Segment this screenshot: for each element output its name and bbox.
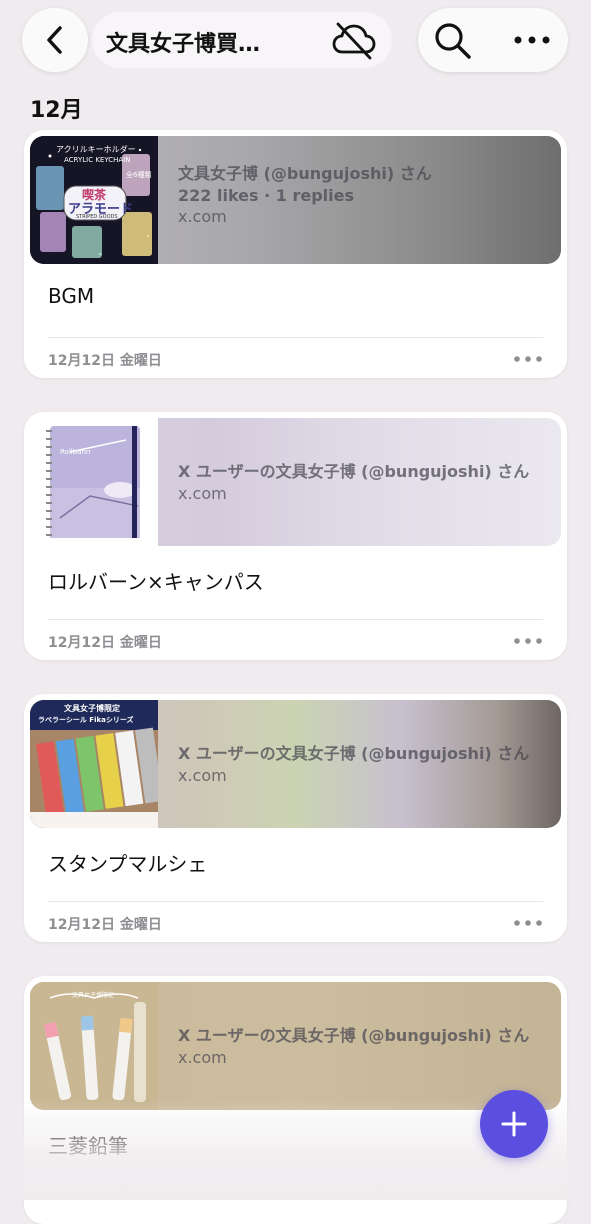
- link-domain: x.com: [178, 484, 227, 503]
- more-horizontal-icon[interactable]: [513, 918, 543, 928]
- card-title: スタンプマルシェ: [48, 852, 208, 876]
- card-title: ロルバーン×キャンパス: [48, 570, 264, 594]
- bookmark-card[interactable]: アクリルキーホルダー ACRYLIC KEYCHAIN 喫茶 アラモード STR…: [24, 130, 567, 378]
- link-preview[interactable]: アクリルキーホルダー ACRYLIC KEYCHAIN 喫茶 アラモード STR…: [30, 136, 561, 264]
- notebook-image: [30, 418, 158, 546]
- thumb-caption: アクリルキーホルダー: [56, 145, 136, 154]
- thumb-caption: ACRYLIC KEYCHAIN: [64, 156, 131, 164]
- plus-icon: [501, 1111, 527, 1137]
- top-bar: 文具女子博買…: [0, 0, 591, 90]
- section-month-label: 12月: [30, 98, 83, 123]
- link-title: X ユーザーの文具女子博 (@bungujoshi) さん: [178, 1026, 530, 1045]
- bookmark-card[interactable]: 文具女子博限定 X ユーザーの文具女子博 (@bungujoshi) さん x.…: [24, 976, 567, 1224]
- divider: [48, 901, 543, 902]
- link-domain: x.com: [178, 207, 227, 226]
- link-title: 文具女子博 (@bungujoshi) さん: [178, 164, 432, 183]
- more-horizontal-icon[interactable]: [513, 354, 543, 364]
- chevron-left-icon: [47, 26, 62, 54]
- card-title: 三菱鉛筆: [48, 1134, 128, 1158]
- search-icon[interactable]: [432, 20, 474, 62]
- link-meta: 222 likes · 1 replies: [178, 186, 354, 205]
- cloud-off-icon[interactable]: [330, 20, 378, 60]
- thumb-caption: 全6種類: [126, 171, 152, 179]
- link-thumbnail: 文具女子博限定 ラベラーシール Fikaシリーズ: [30, 700, 158, 828]
- link-domain: x.com: [178, 766, 227, 785]
- link-preview[interactable]: 文具女子博限定 X ユーザーの文具女子博 (@bungujoshi) さん x.…: [30, 982, 561, 1110]
- more-horizontal-icon[interactable]: [510, 28, 554, 52]
- link-info: X ユーザーの文具女子博 (@bungujoshi) さん x.com: [178, 740, 551, 785]
- card-date: 12月12日 金曜日: [48, 917, 162, 933]
- link-preview[interactable]: 文具女子博限定 ラベラーシール Fikaシリーズ X ユーザーの文具女子博 (@…: [30, 700, 561, 828]
- link-thumbnail: 文具女子博限定: [30, 982, 158, 1110]
- thumb-caption: 文具女子博限定: [64, 704, 120, 713]
- card-title: BGM: [48, 284, 95, 308]
- bookmark-card[interactable]: Rollbahn X ユーザーの文具女子博 (@bungujoshi) さん x…: [24, 412, 567, 660]
- pens-image: [30, 982, 158, 1110]
- divider: [48, 337, 543, 338]
- link-title: X ユーザーの文具女子博 (@bungujoshi) さん: [178, 744, 530, 763]
- card-date: 12月12日 金曜日: [48, 353, 162, 369]
- link-title: X ユーザーの文具女子博 (@bungujoshi) さん: [178, 462, 530, 481]
- bookmark-card[interactable]: 文具女子博限定 ラベラーシール Fikaシリーズ X ユーザーの文具女子博 (@…: [24, 694, 567, 942]
- link-domain: x.com: [178, 1048, 227, 1067]
- link-info: X ユーザーの文具女子博 (@bungujoshi) さん x.com: [178, 1022, 551, 1067]
- back-button[interactable]: [22, 8, 88, 72]
- more-horizontal-icon[interactable]: [513, 636, 543, 646]
- thumb-caption: ラベラーシール Fikaシリーズ: [38, 716, 134, 724]
- link-preview[interactable]: Rollbahn X ユーザーの文具女子博 (@bungujoshi) さん x…: [30, 418, 561, 546]
- page-title[interactable]: 文具女子博買…: [106, 26, 276, 58]
- link-info: X ユーザーの文具女子博 (@bungujoshi) さん x.com: [178, 458, 551, 503]
- link-thumbnail: Rollbahn: [30, 418, 158, 546]
- thumb-caption: 文具女子博限定: [72, 992, 115, 999]
- thumb-caption: Rollbahn: [60, 448, 91, 456]
- link-thumbnail: アクリルキーホルダー ACRYLIC KEYCHAIN 喫茶 アラモード STR…: [30, 136, 158, 264]
- add-button[interactable]: [480, 1090, 548, 1158]
- thumb-caption: STRIPED GOODS: [76, 214, 118, 220]
- card-date: 12月12日 金曜日: [48, 635, 162, 651]
- link-info: 文具女子博 (@bungujoshi) さん 222 likes · 1 rep…: [178, 160, 551, 226]
- divider: [48, 619, 543, 620]
